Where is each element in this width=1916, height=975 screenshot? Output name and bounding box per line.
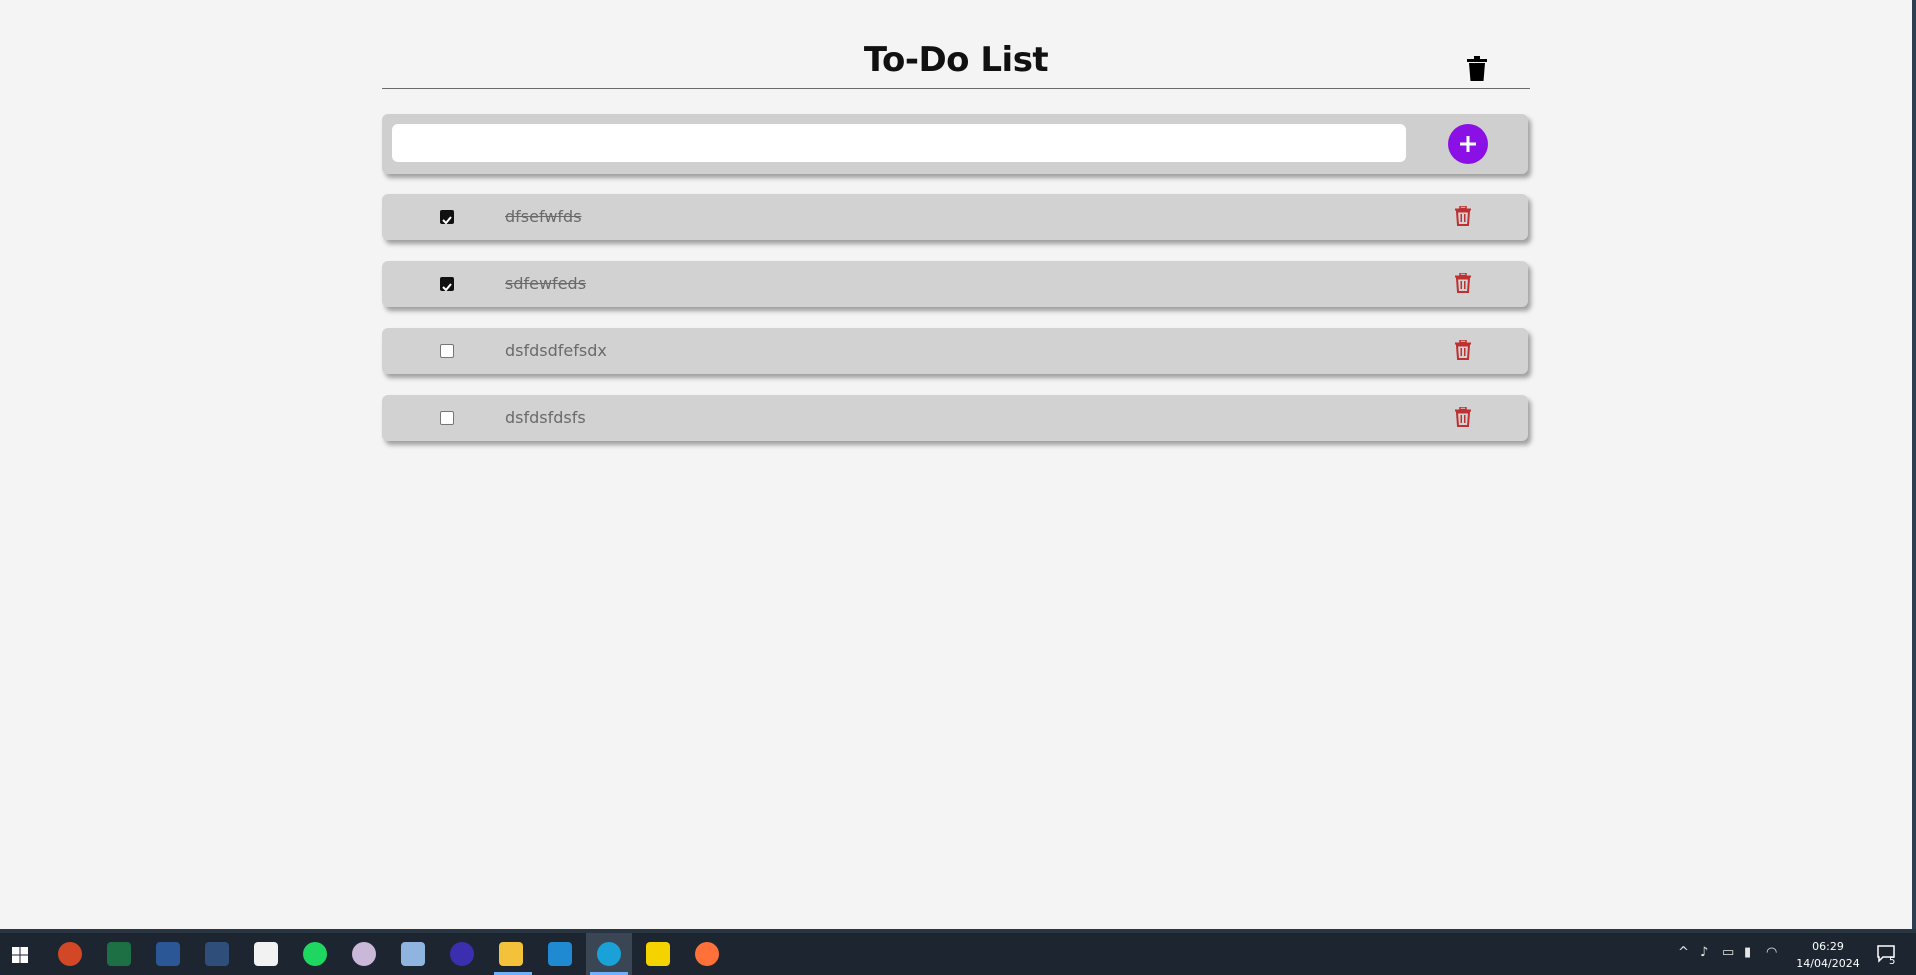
todo-item: sdfewfeds (382, 261, 1528, 307)
todo-item: dfsefwfds (382, 194, 1528, 240)
taskbar: ^ ♪ ▭ ▮ ◠ 06:29 14/04/2024 5 (0, 933, 1916, 975)
browser-app-icon[interactable] (450, 942, 474, 966)
store-icon[interactable] (254, 942, 278, 966)
plus-icon (1460, 136, 1476, 152)
notification-count: 5 (1889, 956, 1896, 967)
delete-trash-icon[interactable] (1454, 206, 1472, 226)
excel-icon[interactable] (107, 942, 131, 966)
todo-app: To-Do List dfsefwfds sdfewfeds dsfdsdfef… (382, 0, 1530, 441)
volume-icon[interactable]: ♪ (1700, 945, 1708, 960)
page-title: To-Do List (863, 40, 1049, 80)
powerpoint-icon[interactable] (58, 942, 82, 966)
todo-checkbox[interactable] (440, 411, 454, 425)
todo-checkbox[interactable] (440, 344, 454, 358)
todo-item: dsfdsfdsfs (382, 395, 1528, 441)
todo-item: dsfdsdfefsdx (382, 328, 1528, 374)
delete-trash-icon[interactable] (1454, 340, 1472, 360)
delete-trash-icon[interactable] (1454, 407, 1472, 427)
app-icon[interactable] (205, 942, 229, 966)
clear-all-trash-icon[interactable] (1466, 56, 1488, 82)
remote-desktop-icon[interactable] (401, 942, 425, 966)
todo-checkbox[interactable] (440, 277, 454, 292)
vscode-icon[interactable] (548, 942, 572, 966)
todo-text: dfsefwfds (505, 207, 582, 226)
todo-list: dfsefwfds sdfewfeds dsfdsdfefsdx dsfdsfd… (382, 194, 1528, 462)
battery-icon[interactable]: ▮ (1744, 945, 1751, 960)
file-explorer-icon[interactable] (499, 942, 523, 966)
browser-viewport: To-Do List dfsefwfds sdfewfeds dsfdsdfef… (0, 0, 1916, 929)
check-mark-icon (442, 216, 452, 225)
chevron-up-icon[interactable]: ^ (1678, 945, 1689, 960)
clock-date[interactable]: 14/04/2024 (1788, 957, 1868, 970)
spotify-icon[interactable] (303, 942, 327, 966)
add-task-bar (382, 114, 1528, 174)
todo-checkbox[interactable] (440, 210, 454, 225)
windows-start-icon[interactable] (12, 947, 28, 963)
firefox-icon[interactable] (695, 942, 719, 966)
app-header: To-Do List (382, 0, 1530, 89)
todo-text: dsfdsdfefsdx (505, 341, 607, 360)
task-input[interactable] (392, 124, 1406, 162)
clock-time[interactable]: 06:29 (1788, 940, 1868, 953)
check-mark-icon (442, 283, 452, 292)
wifi-icon[interactable]: ◠ (1766, 945, 1777, 960)
sticky-app-icon[interactable] (646, 942, 670, 966)
meet-icon[interactable]: ▭ (1722, 945, 1734, 960)
delete-trash-icon[interactable] (1454, 273, 1472, 293)
word-icon[interactable] (156, 942, 180, 966)
add-task-button[interactable] (1448, 124, 1488, 164)
todo-text: dsfdsfdsfs (505, 408, 586, 427)
paint-icon[interactable] (352, 942, 376, 966)
todo-text: sdfewfeds (505, 274, 587, 293)
edge-icon[interactable] (597, 942, 621, 966)
